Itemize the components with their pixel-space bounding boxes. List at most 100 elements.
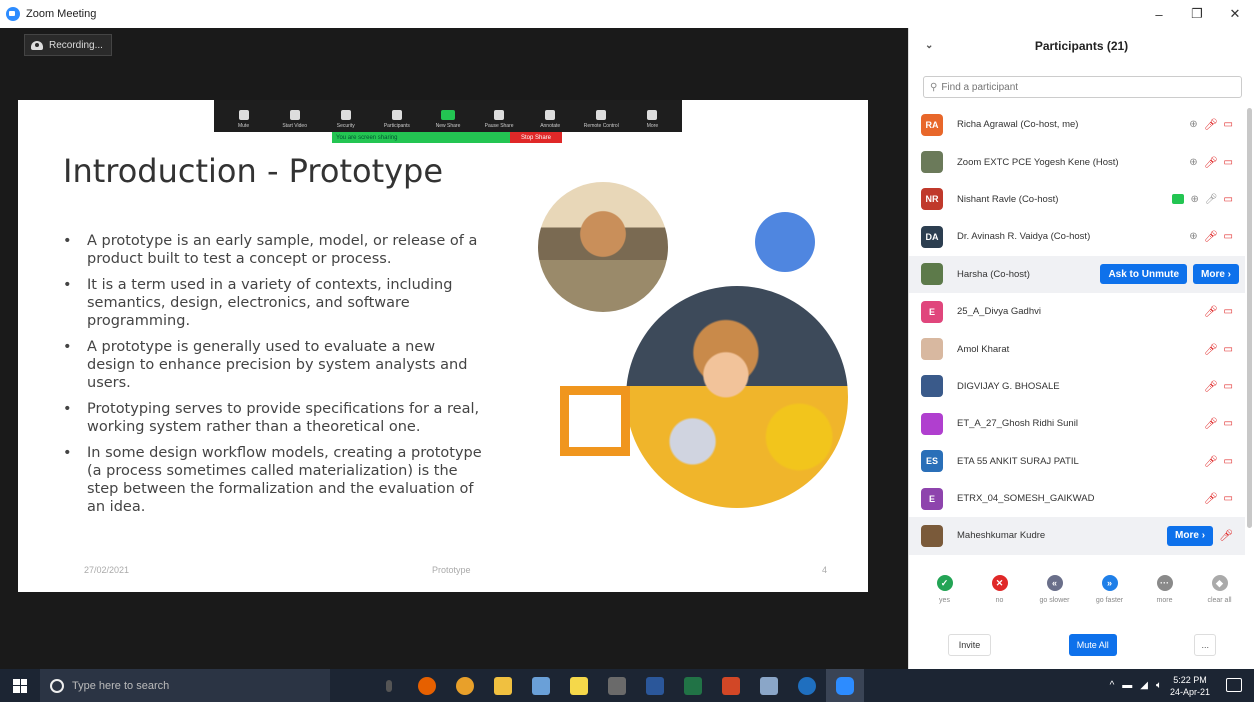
taskbar-app[interactable] [636, 669, 674, 702]
video-off-icon: ▭ [1223, 119, 1233, 131]
maximize-button[interactable]: ❐ [1178, 0, 1216, 28]
shared-slide: Introduction - Prototype A prototype is … [18, 100, 868, 592]
ask-to-unmute-button[interactable]: Ask to Unmute [1100, 264, 1187, 285]
slide-footer-date: 27/02/2021 [84, 565, 130, 575]
mute-all-button[interactable]: Mute All [1068, 634, 1117, 656]
taskbar-app[interactable] [750, 669, 788, 702]
slide-title: Introduction - Prototype [63, 152, 444, 190]
participant-name: ETA 55 ANKIT SURAJ PATIL [957, 455, 1079, 467]
participant-row[interactable]: ET_A_27_Ghosh Ridhi Sunil 🎤︎ ▭ [909, 405, 1245, 442]
avatar: ES [921, 450, 943, 473]
participant-row[interactable]: Maheshkumar Kudre More › 🎤︎ [909, 517, 1245, 555]
more-options-button[interactable]: More › [1167, 525, 1214, 546]
more-options-button[interactable]: ... [1194, 634, 1217, 656]
more-options-button[interactable]: More › [1193, 264, 1239, 285]
sticky-notes-icon [570, 676, 588, 695]
orange-square-decoration [560, 386, 630, 456]
reaction-clear-all-button[interactable]: ◆ clear all [1197, 575, 1243, 604]
taskbar-app[interactable] [484, 669, 522, 702]
taskbar-app[interactable] [598, 669, 636, 702]
more-button[interactable]: More [632, 110, 672, 129]
participant-name: ETRX_04_SOMESH_GAIKWAD [957, 493, 1095, 505]
taskbar-search-placeholder: Type here to search [72, 679, 170, 692]
mic-muted-icon: 🎤︎ [1203, 455, 1218, 468]
participant-row[interactable]: Zoom EXTC PCE Yogesh Kene (Host) ⊕ 🎤︎ ▭ [909, 143, 1245, 180]
participant-row[interactable]: RA Richa Agrawal (Co-host, me) ⊕ 🎤︎ ▭ [909, 106, 1245, 143]
participant-row[interactable]: DIGVIJAY G. BHOSALE 🎤︎ ▭ [909, 368, 1245, 405]
pause-share-button[interactable]: Pause Share [479, 110, 519, 129]
invite-button[interactable]: Invite [947, 634, 992, 656]
chevron-up-icon[interactable]: ^ [1110, 680, 1115, 691]
video-off-icon: ▭ [1223, 380, 1233, 392]
sharing-status: You are screen sharing [332, 132, 510, 143]
video-off-icon: ▭ [1223, 193, 1233, 205]
windows-taskbar: Type here to search ^ ▬ ◢ 🔈︎ 5:22 PM 24-… [0, 669, 1254, 702]
reaction-label: go faster [1095, 597, 1124, 604]
taskbar-app[interactable] [408, 669, 446, 702]
taskbar-app[interactable] [370, 669, 408, 702]
reaction-label: no [995, 597, 1004, 604]
slide-page-number: 4 [822, 565, 828, 575]
taskbar-app[interactable] [446, 669, 484, 702]
system-clock[interactable]: 5:22 PM 24-Apr-21 [1170, 674, 1210, 698]
video-off-icon: ▭ [1223, 455, 1233, 467]
mute-button[interactable]: Mute [224, 110, 264, 129]
participants-scrollbar[interactable] [1247, 108, 1252, 528]
battery-icon[interactable]: ▬ [1122, 680, 1132, 691]
reaction-no-button[interactable]: ✕ no [977, 575, 1023, 604]
security-button[interactable]: Security [326, 110, 366, 129]
new-share-button[interactable]: New Share [428, 110, 468, 129]
start-button[interactable] [0, 669, 40, 702]
share-toolbar: Mute Start Video Security Participants N… [214, 100, 682, 132]
excel-icon [684, 676, 702, 695]
taskbar-app[interactable] [788, 669, 826, 702]
taskbar-app[interactable] [826, 669, 864, 702]
participant-row[interactable]: Harsha (Co-host) Ask to Unmute More › [909, 255, 1245, 293]
participants-button[interactable]: Participants [377, 110, 417, 129]
notification-icon[interactable] [1226, 678, 1242, 692]
stop-share-button[interactable]: Stop Share [510, 132, 562, 143]
participant-row[interactable]: DA Dr. Avinash R. Vaidya (Co-host) ⊕ 🎤︎ ▭ [909, 218, 1245, 255]
start-video-button[interactable]: Start Video [275, 110, 315, 129]
mic-muted-icon: 🎤︎ [1203, 380, 1218, 393]
volume-icon[interactable]: 🔈︎ [1156, 680, 1162, 691]
annotate-button[interactable]: Annotate [530, 110, 570, 129]
minimize-button[interactable]: – [1140, 0, 1178, 28]
reaction-yes-button[interactable]: ✓ yes [922, 575, 968, 604]
recording-indicator[interactable]: Recording... [24, 34, 112, 56]
participant-row[interactable]: E 25_A_Divya Gadhvi 🎤︎ ▭ [909, 293, 1245, 330]
wifi-icon[interactable]: ◢ [1140, 680, 1148, 691]
share-status-icon: ⊕ [1190, 193, 1199, 205]
taskbar-app[interactable] [560, 669, 598, 702]
share-status-icon: ⊕ [1189, 231, 1198, 243]
participant-row[interactable]: NR Nishant Ravle (Co-host) ⊕ 🎤︎ ▭ [909, 181, 1245, 218]
close-button[interactable]: ✕ [1216, 0, 1254, 28]
participant-row[interactable]: Amol Kharat 🎤︎ ▭ [909, 330, 1245, 367]
toolbar-label: More [646, 123, 659, 129]
avatar [921, 412, 943, 435]
reaction-more-button[interactable]: ··· more [1142, 575, 1188, 604]
participants-header: ⌄ Participants (21) [909, 28, 1254, 64]
reaction-go-faster-button[interactable]: » go faster [1087, 575, 1133, 604]
participant-row[interactable]: E ETRX_04_SOMESH_GAIKWAD 🎤︎ ▭ [909, 480, 1245, 517]
participant-row[interactable]: ES ETA 55 ANKIT SURAJ PATIL 🎤︎ ▭ [909, 443, 1245, 480]
participant-search-input[interactable] [941, 81, 1222, 93]
participant-name: Richa Agrawal (Co-host, me) [957, 119, 1079, 131]
remote-control-button[interactable]: Remote Control [581, 110, 621, 129]
paint-icon [532, 676, 550, 695]
more-icon [647, 110, 658, 120]
cortana-icon [50, 678, 64, 693]
taskbar-app[interactable] [674, 669, 712, 702]
word-icon [646, 676, 664, 695]
powerpoint-icon [722, 676, 740, 695]
participant-search: ⚲ [923, 76, 1242, 98]
taskbar-app[interactable] [522, 669, 560, 702]
taskbar-app[interactable] [712, 669, 750, 702]
reaction-go-slower-button[interactable]: « go slower [1032, 575, 1078, 604]
video-off-icon: ▭ [1223, 493, 1233, 505]
taskbar-search[interactable]: Type here to search [40, 669, 330, 702]
participant-name: DIGVIJAY G. BHOSALE [957, 380, 1060, 392]
shield-icon [340, 110, 351, 120]
firefox-icon [418, 676, 436, 695]
chevron-down-icon[interactable]: ⌄ [925, 40, 933, 51]
